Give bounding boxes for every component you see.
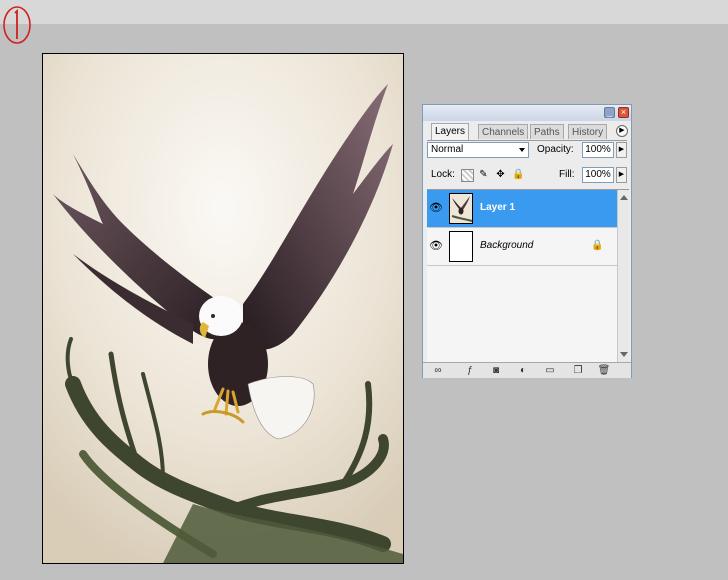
tab-paths[interactable]: Paths xyxy=(530,124,564,139)
new-group-icon[interactable]: ▭ xyxy=(543,365,557,376)
palette-titlebar[interactable]: _ × xyxy=(423,105,631,121)
layer-row-background[interactable]: 👁 Background 🔒 xyxy=(427,228,617,266)
fill-slider-button[interactable]: ▶ xyxy=(616,167,627,183)
tab-history[interactable]: History xyxy=(568,124,608,139)
palette-tabs: Layers Channels Paths History xyxy=(427,123,627,141)
minimize-button[interactable]: _ xyxy=(604,107,615,118)
opacity-label: Opacity: xyxy=(537,144,574,155)
adjustment-layer-icon[interactable]: ◐ xyxy=(516,365,530,376)
opacity-input[interactable]: 100% xyxy=(582,142,614,158)
layer-name[interactable]: Layer 1 xyxy=(480,202,515,213)
layer-name[interactable]: Background xyxy=(480,240,533,251)
chevron-down-icon xyxy=(519,148,525,152)
lock-position-icon[interactable]: ✥ xyxy=(495,169,506,180)
mask-icon[interactable]: ◙ xyxy=(489,365,503,376)
close-button[interactable]: × xyxy=(618,107,629,118)
blend-opacity-row: Normal Opacity: 100% ▶ xyxy=(427,142,629,158)
layers-list: 👁 Layer 1 👁 Background 🔒 xyxy=(427,189,629,362)
blend-mode-value: Normal xyxy=(431,144,464,155)
step-number-annotation xyxy=(3,6,31,44)
layer-row-layer-1[interactable]: 👁 Layer 1 xyxy=(427,190,617,228)
fill-input[interactable]: 100% xyxy=(582,167,614,183)
tab-layers[interactable]: Layers xyxy=(431,123,470,140)
fill-label: Fill: xyxy=(559,169,575,180)
blank-white-thumbnail xyxy=(449,231,473,262)
link-icon[interactable]: ∞ xyxy=(431,365,445,376)
trash-icon[interactable]: 🗑 xyxy=(597,365,611,376)
eye-icon[interactable]: 👁 xyxy=(429,201,443,215)
opacity-slider-button[interactable]: ▶ xyxy=(616,142,627,158)
lock-label: Lock: xyxy=(431,169,455,180)
layers-scrollbar[interactable] xyxy=(617,190,629,362)
scroll-up-icon[interactable] xyxy=(620,195,628,200)
layer-style-icon[interactable]: ƒ xyxy=(463,365,477,376)
eye-icon[interactable]: 👁 xyxy=(429,239,443,253)
lock-icon: 🔒 xyxy=(591,240,604,251)
lock-image-icon[interactable]: ✎ xyxy=(478,169,489,180)
new-layer-icon[interactable]: ❐ xyxy=(571,365,585,376)
tab-channels[interactable]: Channels xyxy=(478,124,529,139)
palette-bottom-toolbar: ∞ ƒ ◙ ◐ ▭ ❐ 🗑 xyxy=(423,362,631,378)
palette-menu-button[interactable]: ▶ xyxy=(616,125,628,137)
lock-transparency-icon[interactable] xyxy=(461,169,474,182)
document-canvas[interactable] xyxy=(42,53,404,564)
top-strip xyxy=(0,0,728,24)
lock-all-icon[interactable]: 🔒 xyxy=(512,169,524,180)
eagle-painting xyxy=(43,54,403,563)
layers-palette: _ × Layers Channels Paths History ▶ Norm… xyxy=(422,104,632,378)
blend-mode-select[interactable]: Normal xyxy=(427,142,529,158)
eagle-thumbnail xyxy=(449,193,473,224)
scroll-down-icon[interactable] xyxy=(620,352,628,357)
lock-fill-row: Lock: ✎ ✥ 🔒 Fill: 100% ▶ xyxy=(427,167,629,183)
